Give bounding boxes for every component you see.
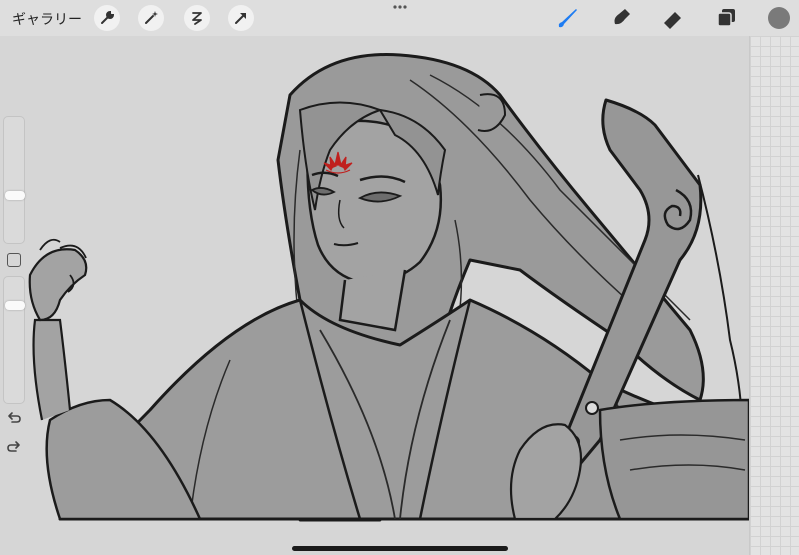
more-dots-icon[interactable] <box>392 3 408 11</box>
eraser-icon <box>664 12 681 29</box>
character-sketch-artwork <box>28 53 749 522</box>
brush-size-thumb[interactable] <box>5 190 25 200</box>
selection-button[interactable] <box>184 5 210 31</box>
opacity-thumb[interactable] <box>5 300 25 310</box>
color-picker-swatch[interactable] <box>768 7 790 29</box>
top-toolbar: ギャラリー <box>0 0 799 36</box>
smudge-tool-button[interactable] <box>606 5 634 31</box>
redo-icon[interactable] <box>5 439 23 457</box>
drawing-canvas[interactable] <box>0 36 749 555</box>
home-indicator[interactable] <box>292 546 508 551</box>
undo-icon[interactable] <box>5 410 23 428</box>
smudge-icon <box>611 9 630 28</box>
opacity-slider[interactable] <box>3 276 25 404</box>
transform-button[interactable] <box>228 5 254 31</box>
adjustments-wand-button[interactable] <box>138 5 164 31</box>
brush-size-slider[interactable] <box>3 116 25 244</box>
left-sidebar <box>3 116 25 466</box>
gallery-button[interactable]: ギャラリー <box>12 9 82 29</box>
reference-grid-panel <box>749 36 799 555</box>
wrench-icon <box>101 10 115 24</box>
brush-tool-button[interactable] <box>553 5 581 31</box>
magic-wand-icon <box>145 11 158 24</box>
brush-icon <box>558 9 577 28</box>
transform-arrow-icon <box>235 13 246 24</box>
actions-wrench-button[interactable] <box>94 5 120 31</box>
layers-icon <box>717 9 735 27</box>
modify-button[interactable] <box>7 253 21 267</box>
eraser-tool-button[interactable] <box>659 5 687 31</box>
selection-s-icon <box>192 12 202 25</box>
layers-button[interactable] <box>712 5 740 31</box>
